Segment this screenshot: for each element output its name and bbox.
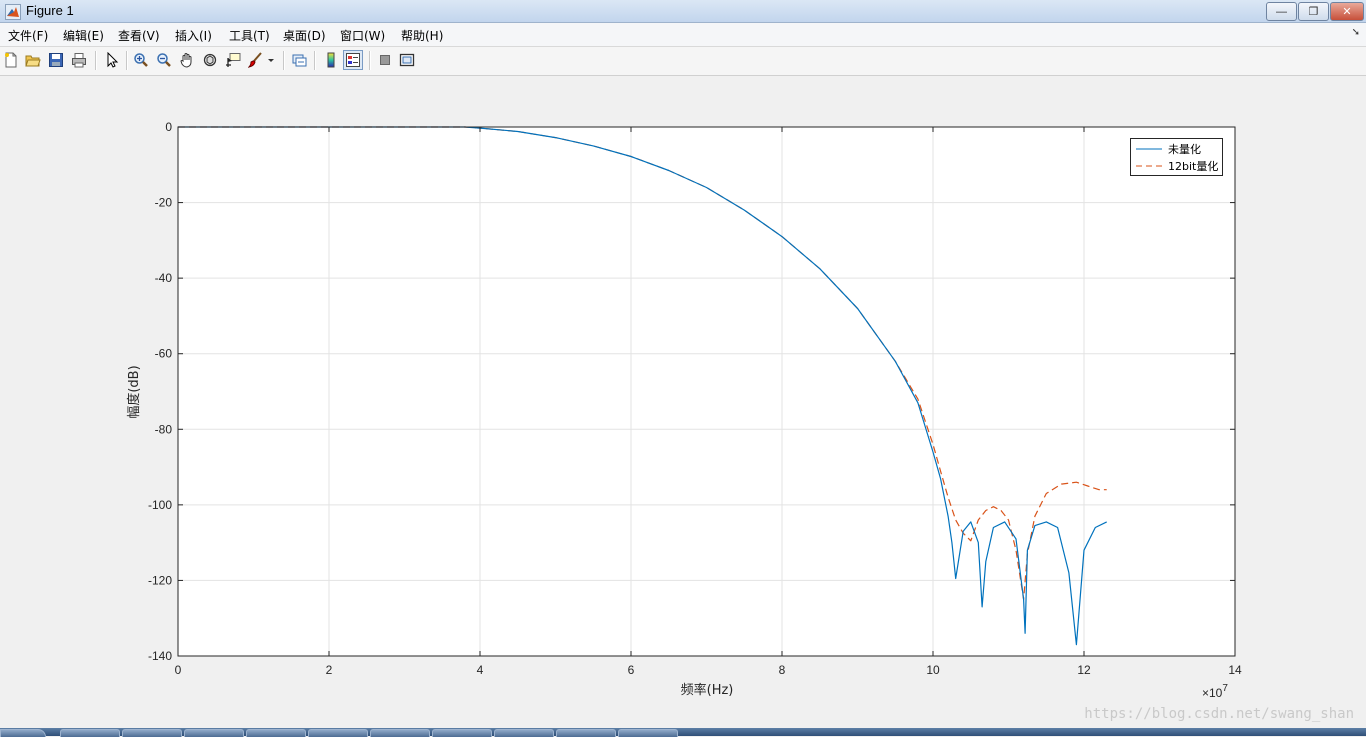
y-tick-label: -20 xyxy=(155,196,173,210)
link-plot-icon[interactable] xyxy=(289,50,309,70)
toolbar-separator xyxy=(369,51,371,70)
figure-toolbar xyxy=(0,47,1366,76)
axes-background xyxy=(178,127,1235,656)
x-exponent-label: ×107 xyxy=(1202,683,1228,700)
insert-colorbar-icon[interactable] xyxy=(321,50,341,70)
hide-plot-tools-icon[interactable] xyxy=(375,50,395,70)
x-tick-label: 12 xyxy=(1077,663,1091,677)
x-tick-label: 4 xyxy=(477,663,484,677)
window-title-bar[interactable]: Figure 1 — ❐ ✕ xyxy=(0,0,1366,23)
zoom-out-icon[interactable] xyxy=(154,50,174,70)
x-tick-label: 14 xyxy=(1228,663,1242,677)
watermark-text: https://blog.csdn.net/swang_shan xyxy=(1084,706,1354,722)
menu-insert[interactable]: 插入(I) xyxy=(175,27,212,44)
x-tick-label: 6 xyxy=(628,663,635,677)
y-tick-label: -100 xyxy=(148,498,172,512)
close-icon: ✕ xyxy=(1342,6,1352,18)
x-axis-label: 频率(Hz) xyxy=(681,682,734,698)
toolbar-separator xyxy=(283,51,285,70)
x-tick-label: 0 xyxy=(175,663,182,677)
y-axis-label: 幅度(dB) xyxy=(126,365,142,418)
menubar-arrow-icon[interactable]: ➘ xyxy=(1352,27,1360,38)
restore-button[interactable]: ❐ xyxy=(1298,2,1329,21)
close-button[interactable]: ✕ xyxy=(1330,2,1364,21)
toolbar-separator xyxy=(95,51,97,70)
menu-edit[interactable]: 编辑(E) xyxy=(63,27,104,44)
menu-view[interactable]: 查看(V) xyxy=(118,27,160,44)
restore-icon: ❐ xyxy=(1308,6,1319,18)
legend-label-unquantized: 未量化 xyxy=(1168,142,1201,156)
save-icon[interactable] xyxy=(46,50,66,70)
minimize-button[interactable]: — xyxy=(1266,2,1297,21)
menu-desktop[interactable]: 桌面(D) xyxy=(283,27,326,44)
insert-legend-icon[interactable] xyxy=(343,50,363,70)
menu-bar: 文件(F) 编辑(E) 查看(V) 插入(I) 工具(T) 桌面(D) 窗口(W… xyxy=(0,23,1366,47)
pan-hand-icon[interactable] xyxy=(177,50,197,70)
y-tick-label: -80 xyxy=(155,422,173,436)
y-tick-label: -140 xyxy=(148,649,172,663)
y-tick-label: -120 xyxy=(148,573,172,587)
brush-icon[interactable] xyxy=(246,50,266,70)
zoom-in-icon[interactable] xyxy=(131,50,151,70)
menu-tools[interactable]: 工具(T) xyxy=(229,27,270,44)
edit-plot-arrow-icon[interactable] xyxy=(102,50,122,70)
rotate-3d-icon[interactable] xyxy=(200,50,220,70)
menu-file[interactable]: 文件(F) xyxy=(8,27,48,44)
menu-help[interactable]: 帮助(H) xyxy=(401,27,443,44)
minimize-icon: — xyxy=(1276,5,1287,18)
menu-window[interactable]: 窗口(W) xyxy=(340,27,385,44)
x-tick-label: 2 xyxy=(326,663,333,677)
y-tick-label: -60 xyxy=(155,347,173,361)
legend[interactable]: 未量化 12bit量化 xyxy=(1130,138,1223,176)
toolbar-separator xyxy=(314,51,316,70)
data-cursor-icon[interactable] xyxy=(223,50,243,70)
x-tick-label: 8 xyxy=(779,663,786,677)
new-figure-icon[interactable] xyxy=(1,50,21,70)
windows-taskbar xyxy=(0,728,1366,737)
toolbar-separator xyxy=(126,51,128,70)
y-tick-label: 0 xyxy=(165,120,172,134)
brush-dropdown-icon[interactable] xyxy=(265,50,277,70)
matlab-logo-icon xyxy=(5,4,21,20)
open-file-icon[interactable] xyxy=(23,50,43,70)
x-tick-label: 10 xyxy=(926,663,940,677)
print-icon[interactable] xyxy=(69,50,89,70)
figure-canvas[interactable]: 0 2 4 6 8 10 12 14 0 -20 -40 -60 -80 -100 -120 -140 频率(… xyxy=(0,76,1366,728)
legend-label-12bit: 12bit量化 xyxy=(1168,159,1218,173)
window-title: Figure 1 xyxy=(26,3,74,18)
y-tick-label: -40 xyxy=(155,271,173,285)
show-plot-tools-icon[interactable] xyxy=(397,50,417,70)
